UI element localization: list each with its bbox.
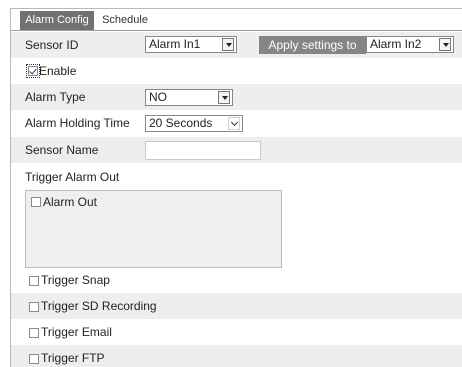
tab-alarm-config[interactable]: Alarm Config (20, 11, 94, 30)
trigger-sd-recording-row: Trigger SD Recording (11, 293, 462, 319)
chevron-down-icon (218, 91, 230, 104)
trigger-alarm-out-row: Trigger Alarm Out (11, 164, 462, 190)
sensor-id-select[interactable]: Alarm In1 (145, 36, 237, 53)
trigger-snap-label: Trigger Snap (41, 273, 110, 287)
tab-schedule[interactable]: Schedule (95, 11, 155, 30)
trigger-ftp-checkbox[interactable] (29, 354, 39, 364)
alarm-type-value: NO (149, 90, 167, 104)
alarm-out-checkbox[interactable] (31, 197, 41, 207)
trigger-ftp-label: Trigger FTP (41, 351, 105, 365)
alarm-out-label: Alarm Out (43, 195, 98, 209)
chevron-down-icon (439, 38, 451, 51)
trigger-ftp-row: Trigger FTP (11, 345, 462, 367)
sensor-id-value: Alarm In1 (149, 37, 201, 51)
holding-time-row: Alarm Holding Time 20 Seconds (11, 110, 462, 136)
apply-target-select[interactable]: Alarm In2 (366, 36, 454, 53)
holding-time-value: 20 Seconds (149, 116, 213, 130)
alarm-out-list: Alarm Out (25, 190, 282, 268)
alarm-type-label: Alarm Type (25, 90, 86, 104)
tab-bar: Alarm Config Schedule (11, 9, 462, 31)
sensor-id-label: Sensor ID (25, 38, 79, 52)
enable-row: Enable (11, 58, 462, 84)
trigger-sd-recording-checkbox[interactable] (29, 302, 39, 312)
trigger-snap-checkbox[interactable] (29, 276, 39, 286)
enable-label: Enable (39, 64, 77, 78)
alarm-config-panel: Alarm Config Schedule Sensor ID Alarm In… (10, 8, 462, 367)
chevron-down-icon (228, 117, 240, 130)
trigger-email-label: Trigger Email (41, 325, 112, 339)
chevron-down-icon (222, 38, 234, 51)
sensor-name-input[interactable] (145, 141, 261, 160)
sensor-name-label: Sensor Name (25, 143, 99, 157)
holding-time-label: Alarm Holding Time (25, 116, 130, 130)
sensor-id-row: Sensor ID Alarm In1 Apply settings to Al… (11, 32, 462, 58)
holding-time-select[interactable]: 20 Seconds (145, 115, 243, 132)
sensor-name-row: Sensor Name (11, 137, 462, 163)
alarm-type-select[interactable]: NO (145, 89, 233, 106)
apply-settings-button[interactable]: Apply settings to (259, 36, 366, 54)
trigger-alarm-out-label: Trigger Alarm Out (25, 170, 120, 184)
apply-target-value: Alarm In2 (370, 37, 422, 51)
trigger-email-row: Trigger Email (11, 319, 462, 345)
trigger-snap-row: Trigger Snap (11, 267, 462, 293)
trigger-sd-recording-label: Trigger SD Recording (41, 299, 157, 313)
trigger-email-checkbox[interactable] (29, 328, 39, 338)
alarm-type-row: Alarm Type NO (11, 84, 462, 110)
enable-checkbox[interactable] (26, 64, 40, 78)
